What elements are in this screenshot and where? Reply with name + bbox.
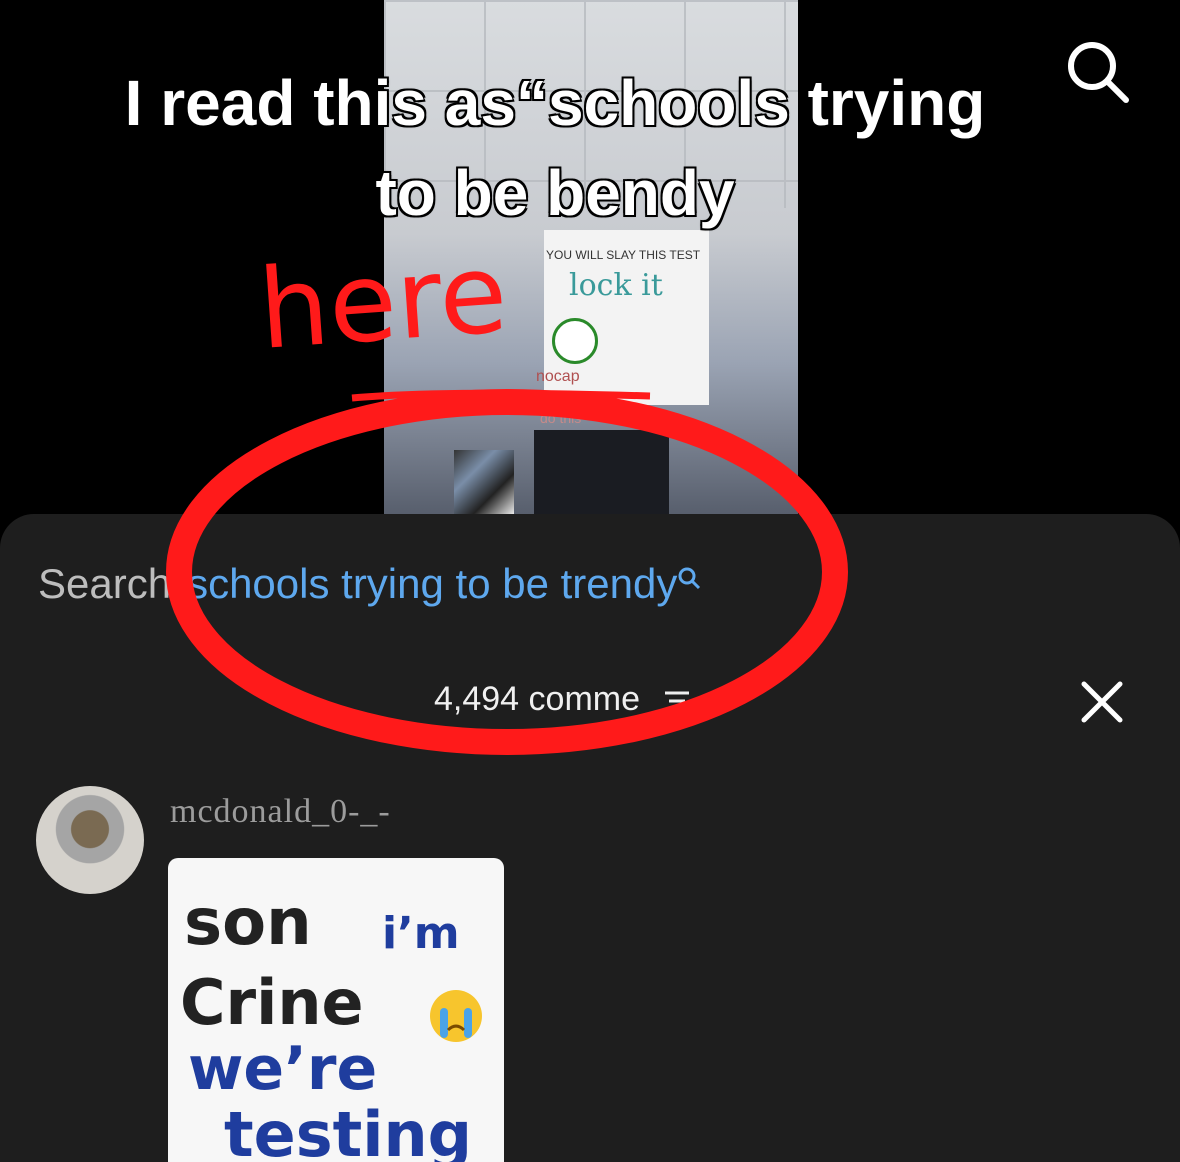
board-text-slay: YOU WILL SLAY THIS TEST — [546, 248, 701, 262]
clock-drawing — [552, 318, 598, 364]
search-icon — [678, 567, 701, 590]
sign-text-im: i’m — [382, 908, 460, 959]
avatar[interactable] — [36, 786, 144, 894]
board-text-lock: lock it — [569, 268, 663, 303]
sign-text-testing: testing — [224, 1098, 472, 1162]
caption-line-2: to be bendy — [375, 157, 735, 229]
sign-text-crine: Crine — [180, 966, 364, 1039]
emoji-crying-icon — [430, 990, 482, 1042]
comment-username[interactable]: mcdonald_0-_- — [170, 793, 391, 831]
comments-count-header: 4,494 comme — [434, 680, 691, 719]
comment-search-suggestion[interactable]: Search schools trying to be trendy — [38, 560, 701, 608]
search-label: Search — [38, 560, 172, 607]
sign-text-were: we’re — [188, 1034, 378, 1104]
board-text-nocap: nocap — [536, 368, 580, 385]
filter-icon[interactable] — [663, 688, 691, 714]
caption-line-1: I read this as“schools trying — [124, 67, 986, 139]
comments-count: 4,494 comme — [434, 680, 640, 718]
hallway-doorway — [534, 430, 669, 520]
search-query-link[interactable]: schools trying to be trendy — [187, 560, 677, 607]
video-caption: I read this as“schools trying to be bend… — [40, 58, 1070, 238]
sign-text-son: son — [184, 886, 312, 960]
board-text-dothis: do this — [540, 410, 582, 426]
search-icon[interactable] — [1062, 36, 1132, 106]
close-icon[interactable] — [1076, 676, 1128, 728]
comment-image[interactable]: son i’m Crine we’re testing — [168, 858, 504, 1162]
wall-art — [454, 450, 514, 515]
